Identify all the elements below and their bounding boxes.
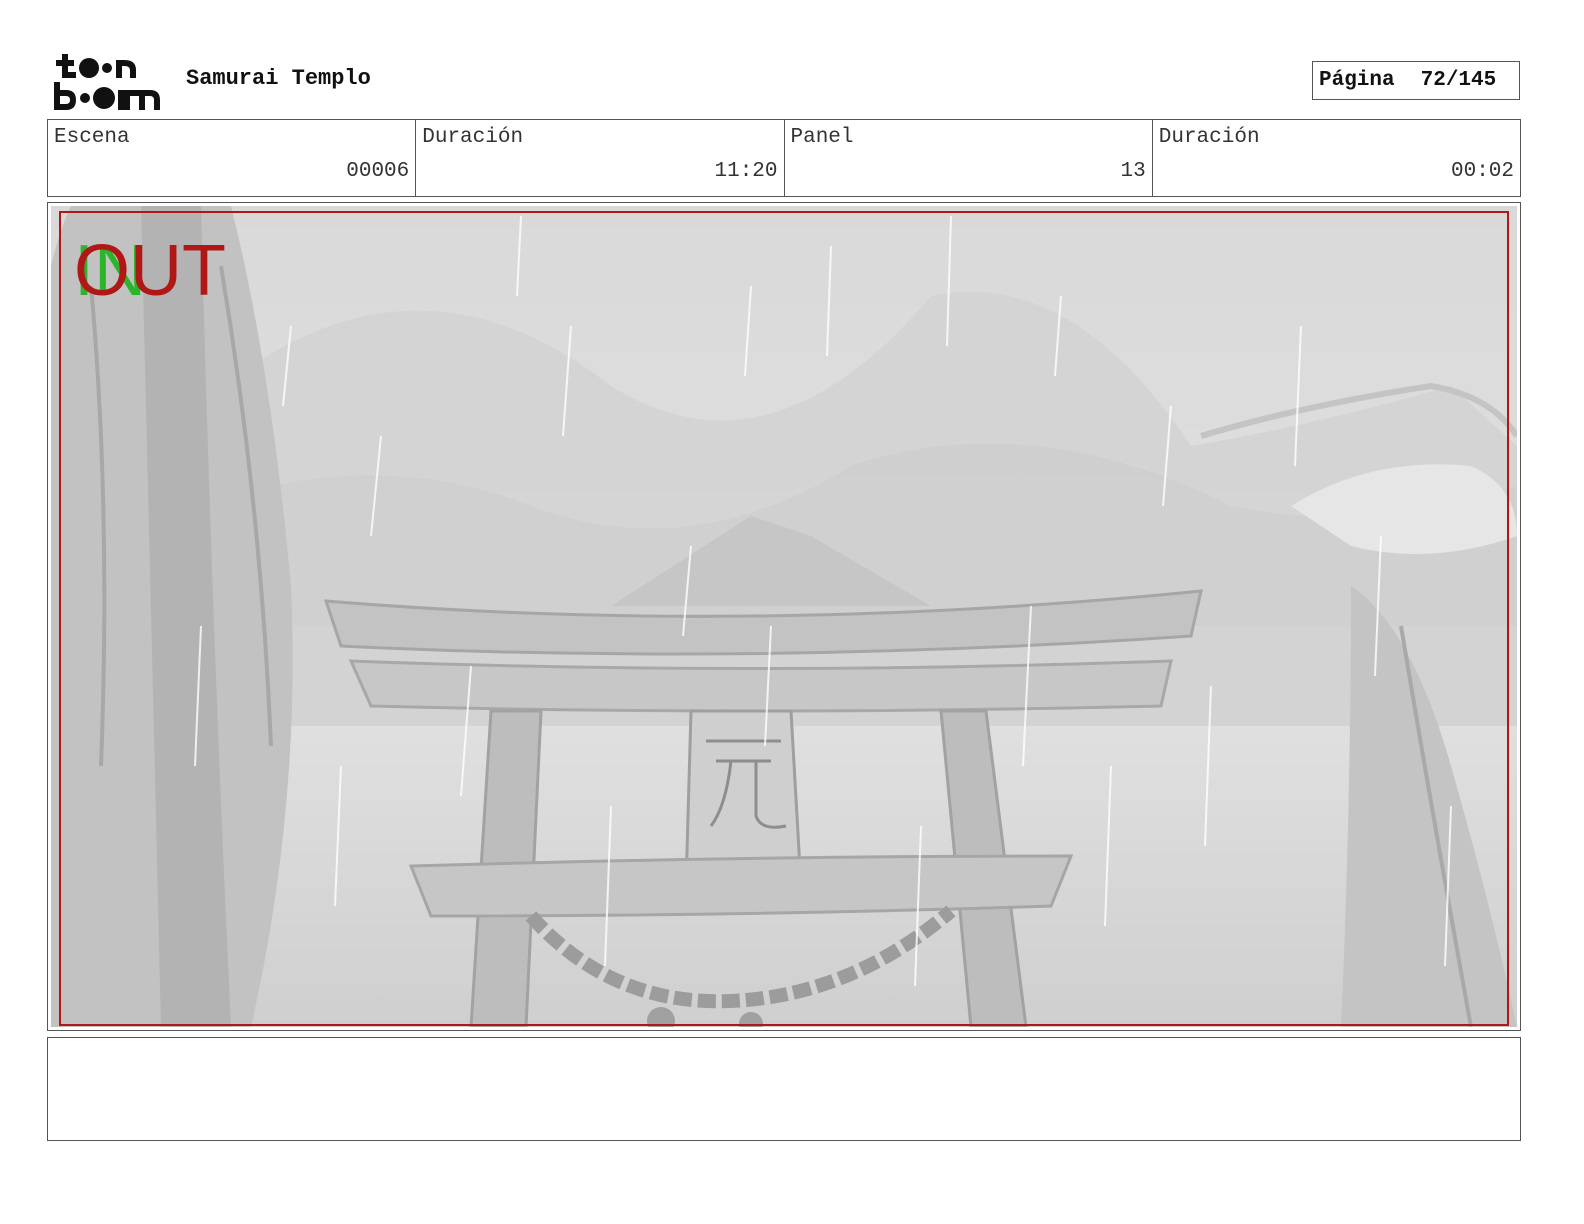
panel-cell: Panel 13 — [785, 120, 1153, 196]
storyboard-panel: IN OUT — [47, 202, 1521, 1031]
panel-value: 13 — [1120, 160, 1146, 183]
panel-notes — [47, 1037, 1521, 1141]
scene-value: 00006 — [346, 160, 410, 183]
panel-duration-value: 00:02 — [1450, 160, 1514, 183]
toon-boom-logo — [54, 54, 160, 110]
panel-duration-cell: Duración 00:02 — [1153, 120, 1520, 196]
torii-gate-sketch — [51, 206, 1517, 1027]
page-label: Página — [1319, 69, 1395, 92]
panel-duration-label: Duración — [1158, 126, 1260, 149]
out-marker: OUT — [74, 231, 226, 311]
scene-duration-value: 11:20 — [714, 160, 778, 183]
scene-label: Escena — [54, 126, 130, 149]
scene-duration-cell: Duración 11:20 — [416, 120, 785, 196]
panel-label: Panel — [790, 126, 854, 149]
scene-info-table: Escena 00006 Duración 11:20 Panel 13 Dur… — [47, 119, 1521, 197]
in-out-marker: IN OUT — [74, 231, 274, 311]
page-number: 72/145 — [1420, 69, 1497, 92]
scene-duration-label: Duración — [422, 126, 524, 149]
project-title: Samurai Templo — [186, 66, 371, 91]
scene-cell: Escena 00006 — [48, 120, 417, 196]
page-indicator: Página 72/145 — [1312, 61, 1520, 100]
